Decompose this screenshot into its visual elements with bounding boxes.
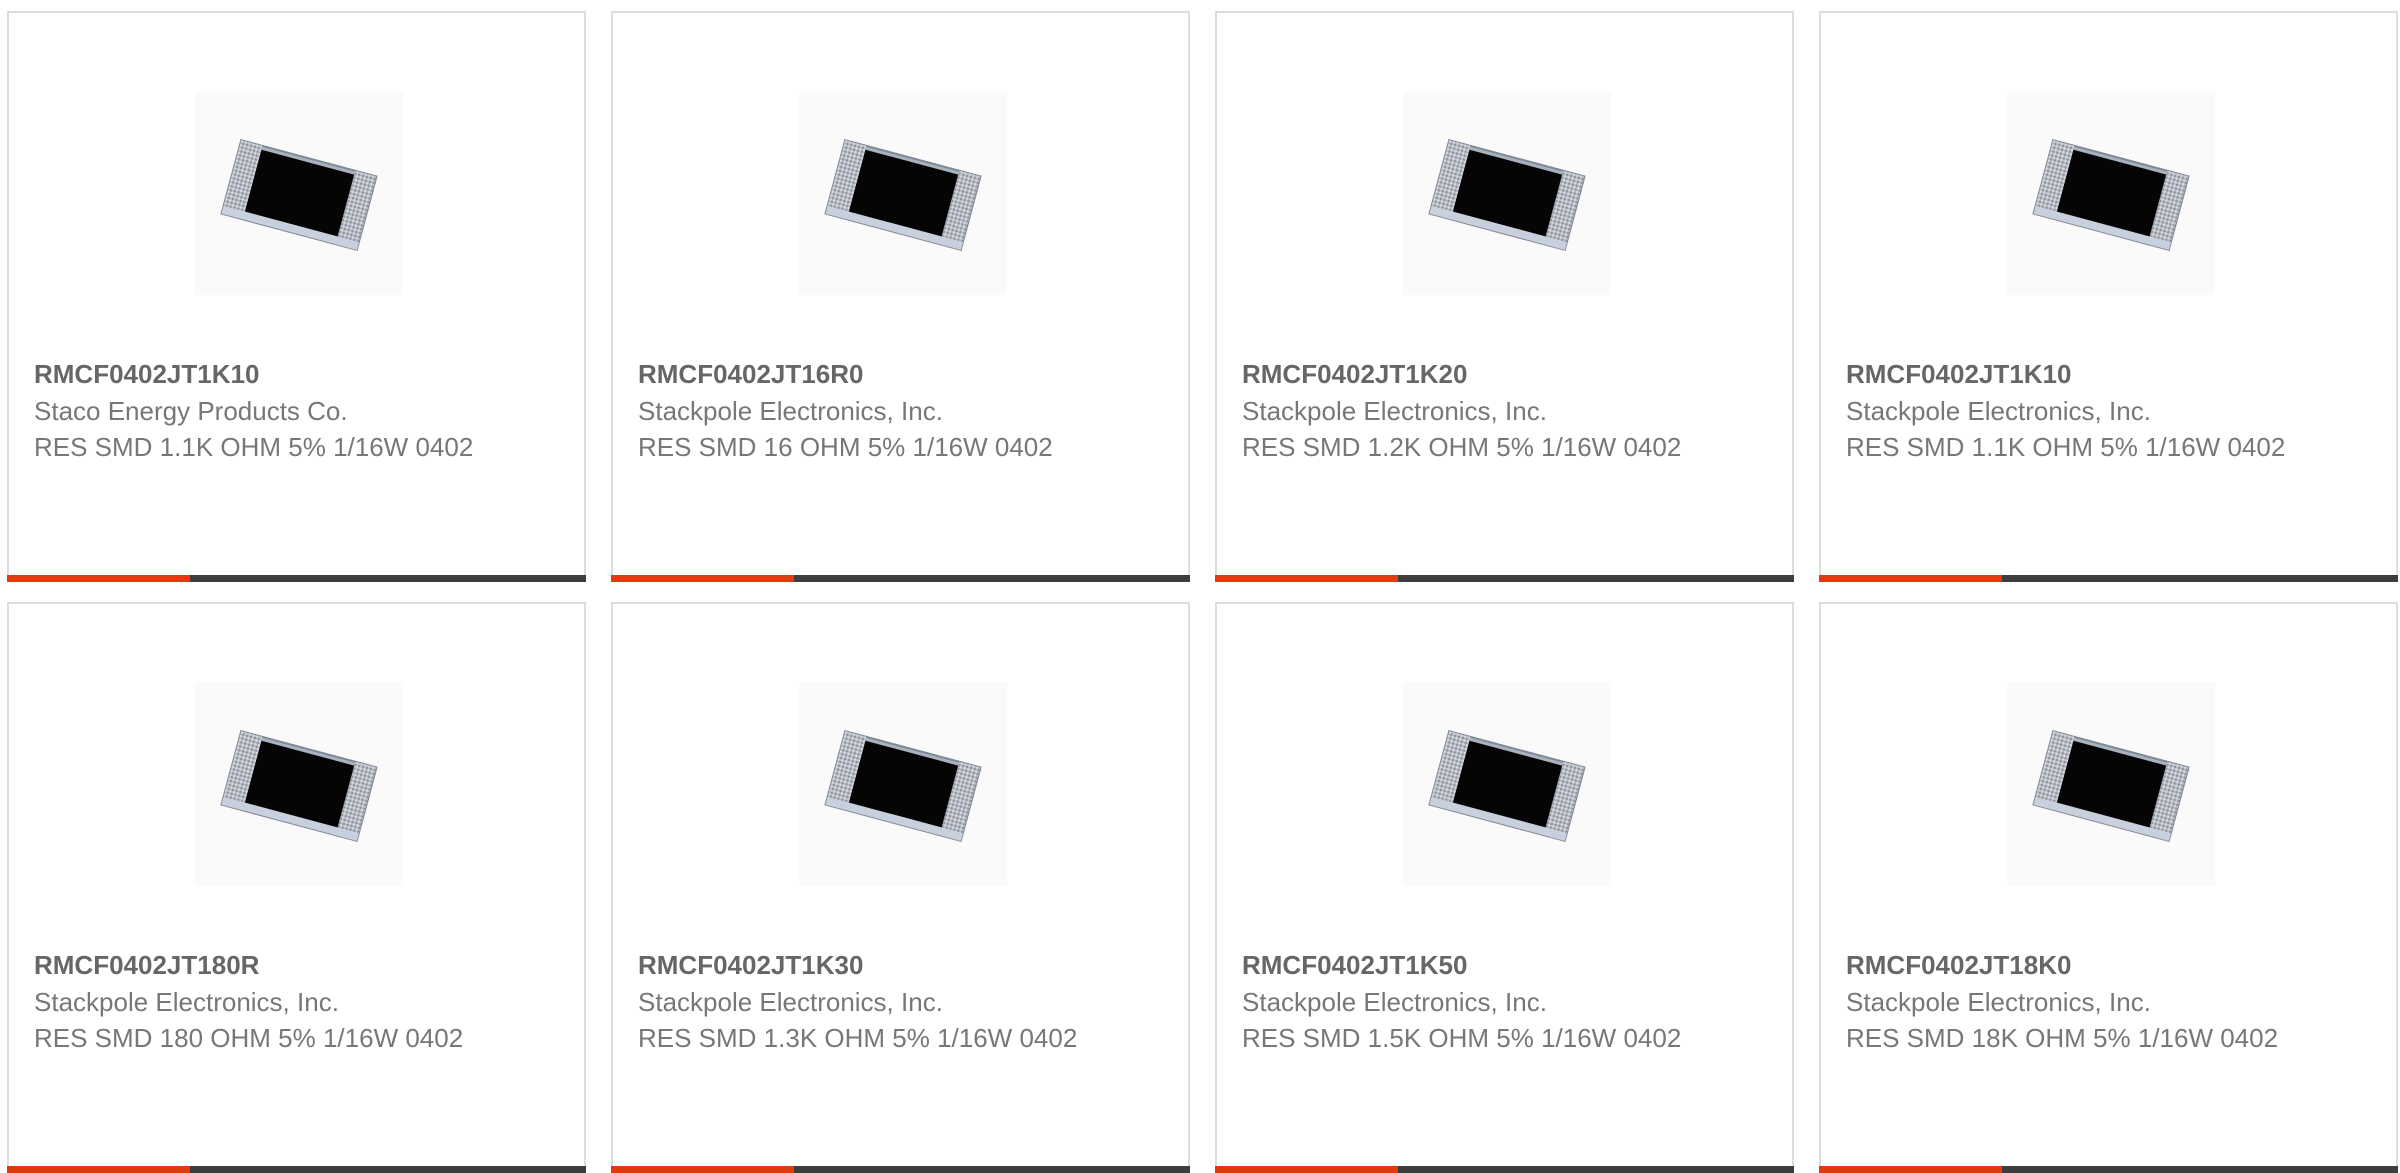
manufacturer: Staco Energy Products Co.	[34, 396, 348, 426]
product-info: RMCF0402JT16R0 Stackpole Electronics, In…	[638, 355, 1168, 465]
card-accent-bar	[611, 1166, 794, 1173]
description: RES SMD 16 OHM 5% 1/16W 0402	[638, 432, 1053, 462]
part-number[interactable]: RMCF0402JT16R0	[638, 355, 1168, 393]
chip-resistor-svg	[824, 729, 982, 843]
manufacturer: Stackpole Electronics, Inc.	[1846, 987, 2151, 1017]
chip-resistor-image	[799, 91, 1007, 295]
manufacturer: Stackpole Electronics, Inc.	[638, 396, 943, 426]
product-card[interactable]: RMCF0402JT1K10 Stackpole Electronics, In…	[1819, 11, 2398, 582]
chip-resistor-image	[2007, 682, 2215, 886]
product-info: RMCF0402JT1K10 Staco Energy Products Co.…	[34, 355, 564, 465]
chip-resistor-svg	[1428, 729, 1586, 843]
part-number[interactable]: RMCF0402JT180R	[34, 946, 564, 984]
card-bottom-bar	[7, 575, 586, 582]
chip-resistor-image	[1403, 91, 1611, 295]
card-bottom-bar	[611, 1166, 1190, 1173]
part-number[interactable]: RMCF0402JT1K50	[1242, 946, 1772, 984]
manufacturer: Stackpole Electronics, Inc.	[638, 987, 943, 1017]
description: RES SMD 180 OHM 5% 1/16W 0402	[34, 1023, 464, 1053]
card-accent-bar	[1819, 1166, 2002, 1173]
product-card[interactable]: RMCF0402JT1K20 Stackpole Electronics, In…	[1215, 11, 1794, 582]
card-bottom-bar	[1215, 1166, 1794, 1173]
description: RES SMD 1.1K OHM 5% 1/16W 0402	[34, 432, 474, 462]
chip-resistor-image	[195, 91, 403, 295]
product-grid: RMCF0402JT1K10 Staco Energy Products Co.…	[7, 11, 2400, 1173]
card-bottom-bar	[1819, 1166, 2398, 1173]
part-number[interactable]: RMCF0402JT1K10	[1846, 355, 2376, 393]
card-bottom-bar	[1215, 575, 1794, 582]
manufacturer: Stackpole Electronics, Inc.	[1242, 396, 1547, 426]
product-info: RMCF0402JT180R Stackpole Electronics, In…	[34, 946, 564, 1056]
part-number[interactable]: RMCF0402JT18K0	[1846, 946, 2376, 984]
card-accent-bar	[7, 1166, 190, 1173]
chip-resistor-svg	[1428, 138, 1586, 252]
product-card[interactable]: RMCF0402JT1K50 Stackpole Electronics, In…	[1215, 602, 1794, 1173]
product-card[interactable]: RMCF0402JT18K0 Stackpole Electronics, In…	[1819, 602, 2398, 1173]
product-info: RMCF0402JT18K0 Stackpole Electronics, In…	[1846, 946, 2376, 1056]
product-info: RMCF0402JT1K20 Stackpole Electronics, In…	[1242, 355, 1772, 465]
manufacturer: Stackpole Electronics, Inc.	[1846, 396, 2151, 426]
product-info: RMCF0402JT1K50 Stackpole Electronics, In…	[1242, 946, 1772, 1056]
description: RES SMD 1.1K OHM 5% 1/16W 0402	[1846, 432, 2286, 462]
card-bottom-bar	[1819, 575, 2398, 582]
product-card[interactable]: RMCF0402JT1K30 Stackpole Electronics, In…	[611, 602, 1190, 1173]
part-number[interactable]: RMCF0402JT1K10	[34, 355, 564, 393]
chip-resistor-svg	[2032, 729, 2190, 843]
card-accent-bar	[611, 575, 794, 582]
card-accent-bar	[7, 575, 190, 582]
chip-resistor-image	[195, 682, 403, 886]
description: RES SMD 1.3K OHM 5% 1/16W 0402	[638, 1023, 1078, 1053]
product-card[interactable]: RMCF0402JT1K10 Staco Energy Products Co.…	[7, 11, 586, 582]
chip-resistor-image	[1403, 682, 1611, 886]
product-card[interactable]: RMCF0402JT180R Stackpole Electronics, In…	[7, 602, 586, 1173]
description: RES SMD 1.5K OHM 5% 1/16W 0402	[1242, 1023, 1682, 1053]
chip-resistor-image	[799, 682, 1007, 886]
description: RES SMD 1.2K OHM 5% 1/16W 0402	[1242, 432, 1682, 462]
manufacturer: Stackpole Electronics, Inc.	[1242, 987, 1547, 1017]
chip-resistor-svg	[220, 729, 378, 843]
card-accent-bar	[1215, 1166, 1398, 1173]
card-bottom-bar	[611, 575, 1190, 582]
chip-resistor-svg	[824, 138, 982, 252]
description: RES SMD 18K OHM 5% 1/16W 0402	[1846, 1023, 2279, 1053]
part-number[interactable]: RMCF0402JT1K20	[1242, 355, 1772, 393]
chip-resistor-svg	[2032, 138, 2190, 252]
card-accent-bar	[1819, 575, 2002, 582]
card-accent-bar	[1215, 575, 1398, 582]
chip-resistor-svg	[220, 138, 378, 252]
manufacturer: Stackpole Electronics, Inc.	[34, 987, 339, 1017]
product-info: RMCF0402JT1K10 Stackpole Electronics, In…	[1846, 355, 2376, 465]
part-number[interactable]: RMCF0402JT1K30	[638, 946, 1168, 984]
chip-resistor-image	[2007, 91, 2215, 295]
card-bottom-bar	[7, 1166, 586, 1173]
product-info: RMCF0402JT1K30 Stackpole Electronics, In…	[638, 946, 1168, 1056]
product-card[interactable]: RMCF0402JT16R0 Stackpole Electronics, In…	[611, 11, 1190, 582]
